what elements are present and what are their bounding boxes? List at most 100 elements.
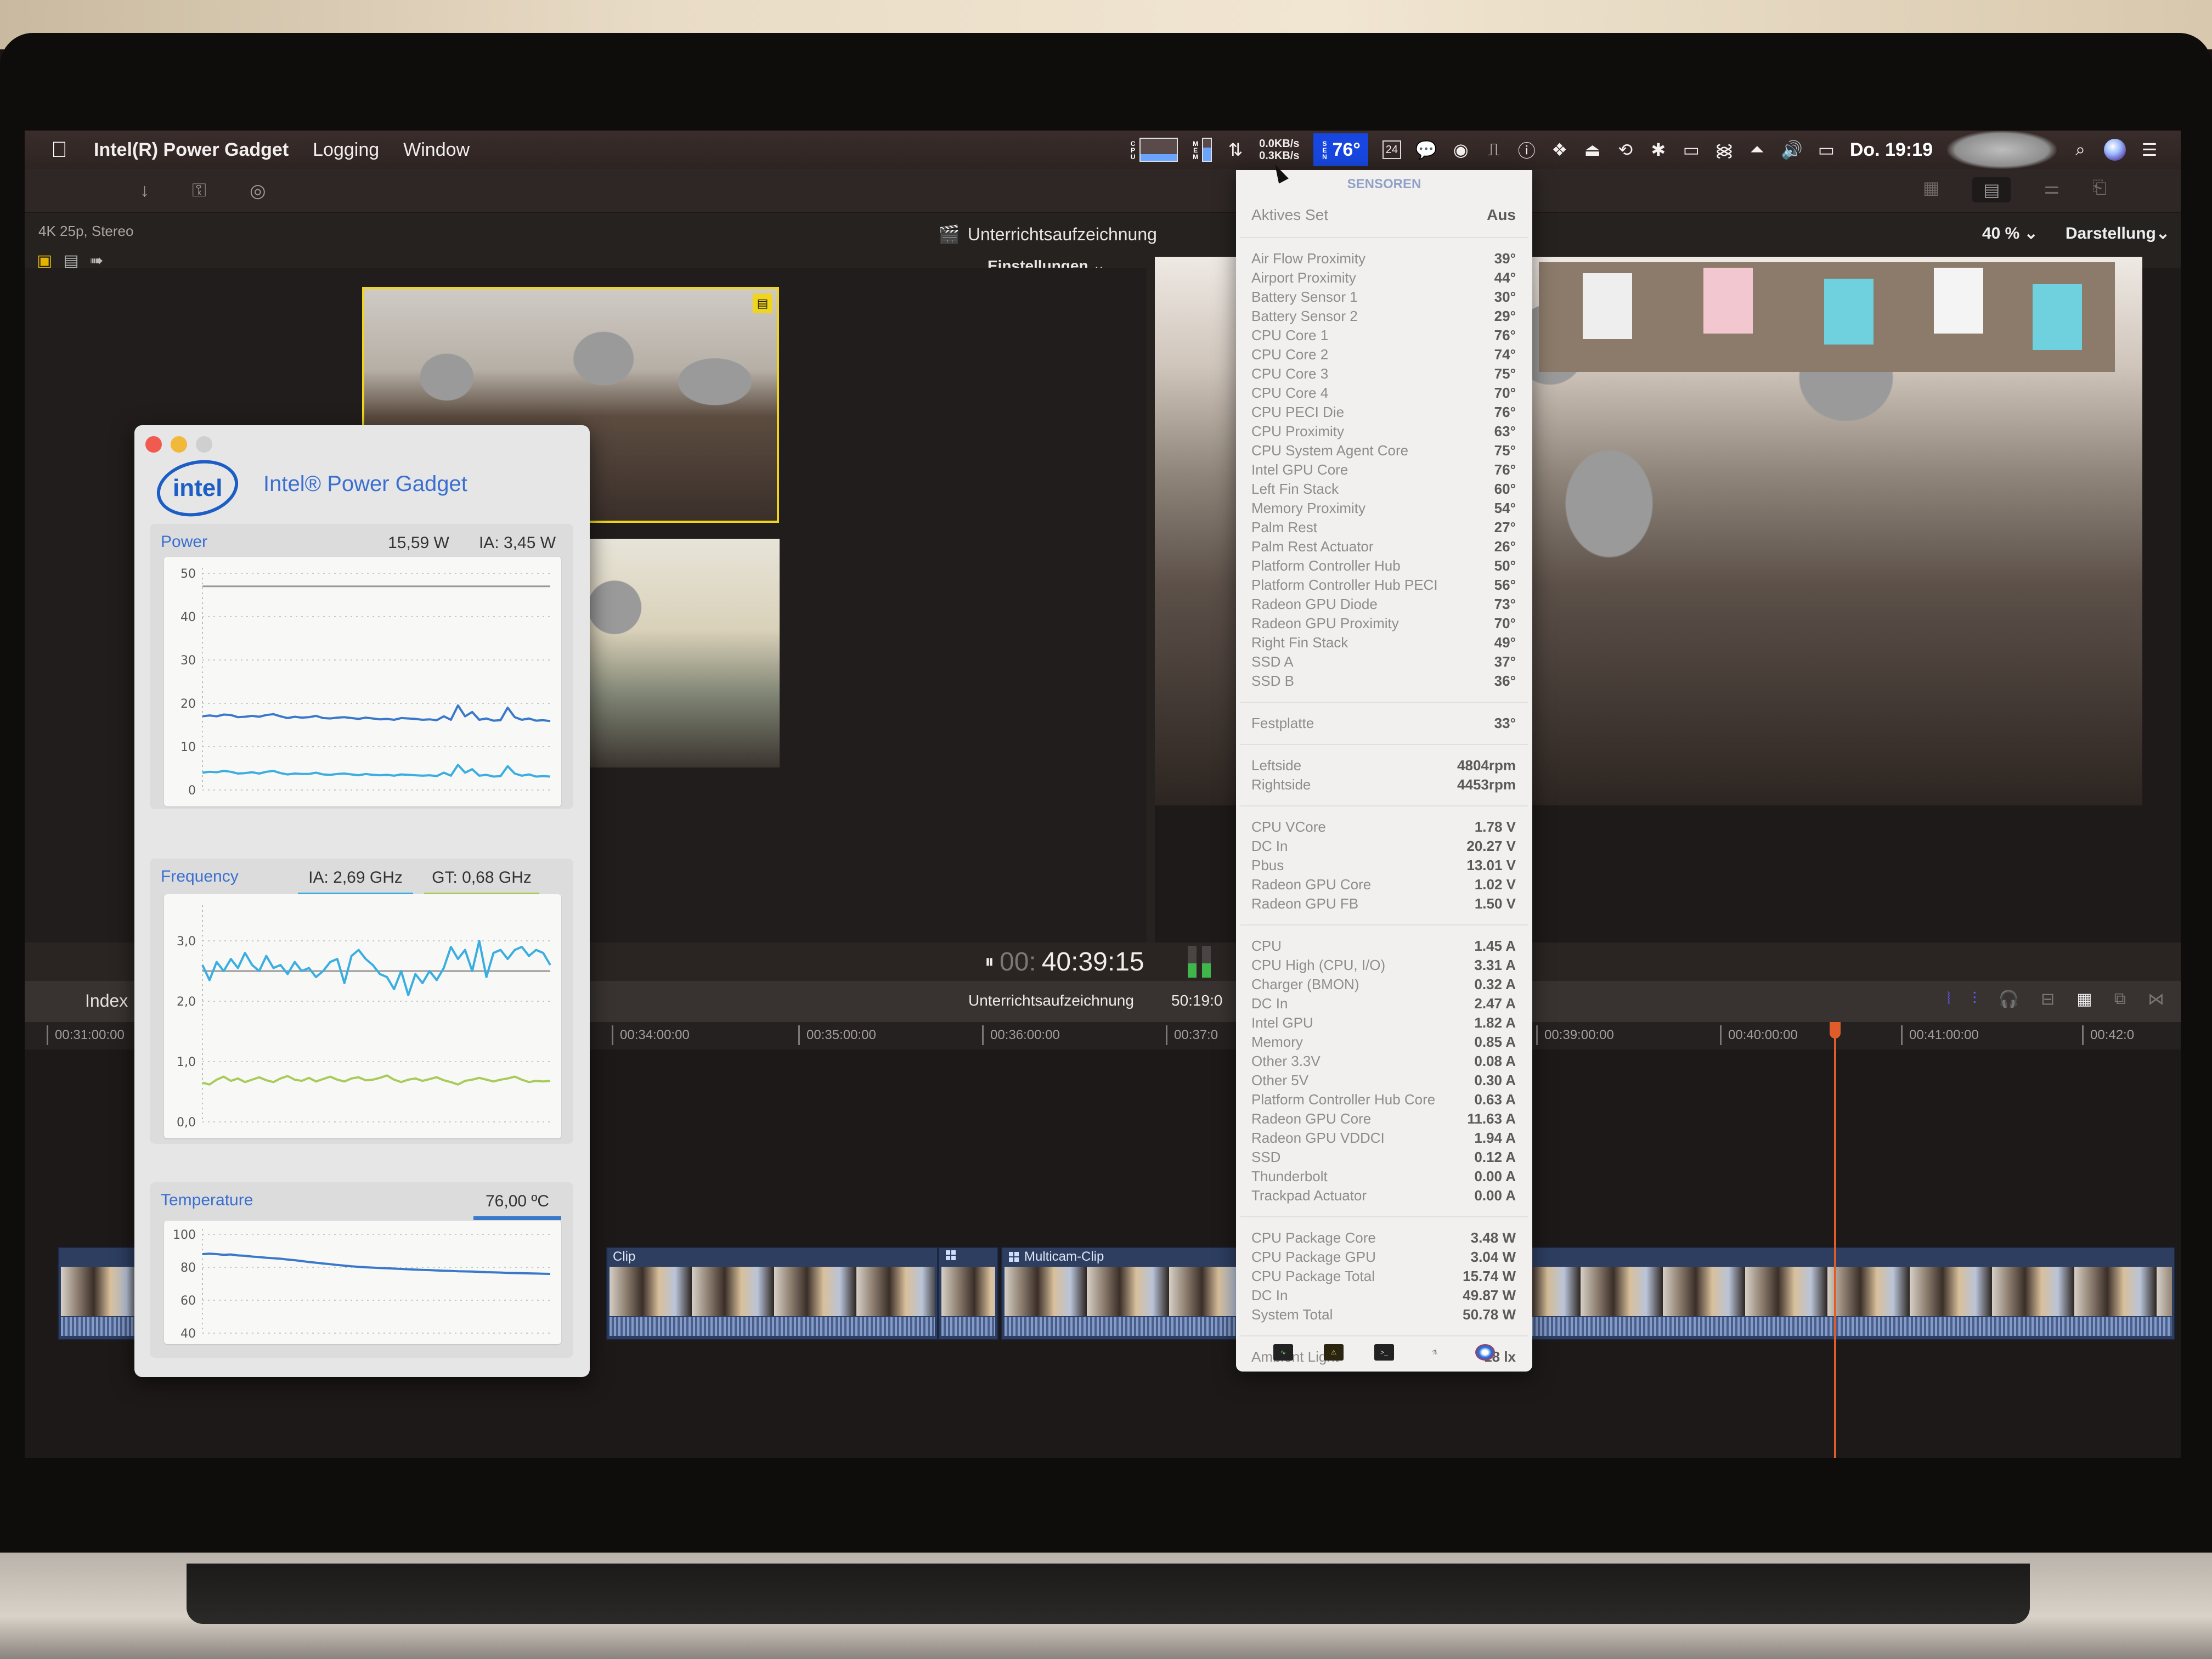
airplay-icon[interactable]: ⏶ — [1748, 139, 1767, 161]
sensor-row[interactable]: System Total 50.78 W — [1236, 1305, 1532, 1324]
playhead[interactable] — [1834, 1025, 1836, 1458]
zoom-dropdown[interactable]: 40 % ⌄ — [1982, 224, 2038, 243]
sensor-row[interactable]: Palm Rest 27° — [1236, 518, 1532, 537]
system-information-icon[interactable]: ⚗ — [1425, 1344, 1444, 1361]
sensor-row[interactable]: Battery Sensor 2 29° — [1236, 307, 1532, 326]
skimming-icon[interactable]: ⫶ — [1972, 990, 1977, 1009]
sensor-row[interactable]: Platform Controller Hub Core 0.63 A — [1236, 1090, 1532, 1109]
view-dropdown[interactable]: Darstellung⌄ — [2066, 224, 2170, 243]
sensor-row[interactable]: Leftside 4804rpm — [1236, 756, 1532, 775]
zoom-button[interactable] — [196, 436, 212, 453]
istat-icon[interactable] — [1475, 1344, 1495, 1361]
sensor-row[interactable]: Festplatte 33° — [1236, 714, 1532, 733]
messages-icon[interactable]: 💬 — [1415, 139, 1437, 161]
cpu-monitor[interactable]: CPU — [1129, 138, 1178, 162]
clock[interactable]: Do. 19:19 — [1850, 139, 1933, 161]
memory-monitor[interactable]: MEM — [1192, 138, 1212, 162]
snapping-icon[interactable]: ⊟ — [2041, 990, 2055, 1009]
menu-app-name[interactable]: Intel(R) Power Gadget — [94, 139, 289, 161]
dropbox-icon[interactable]: ❖ — [1550, 139, 1569, 161]
console-icon[interactable]: ⚠ — [1324, 1344, 1344, 1361]
sensor-row[interactable]: CPU Core 4 70° — [1236, 383, 1532, 403]
spotlight-search-icon[interactable]: ⌕ — [2071, 139, 2090, 161]
sensor-row[interactable]: CPU PECI Die 76° — [1236, 403, 1532, 422]
sensor-row[interactable]: Radeon GPU Proximity 70° — [1236, 614, 1532, 633]
sensor-row[interactable]: Radeon GPU Core 11.63 A — [1236, 1109, 1532, 1128]
sensor-row[interactable]: CPU High (CPU, I/O) 3.31 A — [1236, 956, 1532, 975]
keyboard-icon[interactable]: ▭ — [1682, 139, 1701, 161]
sensor-row[interactable]: Platform Controller Hub 50° — [1236, 556, 1532, 575]
sensor-row[interactable]: Intel GPU Core 76° — [1236, 460, 1532, 479]
menu-logging[interactable]: Logging — [313, 139, 379, 161]
grid-view-icon[interactable]: ▦ — [1923, 177, 1939, 202]
timeline-clip[interactable]: Clip — [606, 1247, 938, 1340]
sensor-row[interactable]: CPU Proximity 63° — [1236, 422, 1532, 441]
close-button[interactable] — [145, 436, 162, 453]
import-icon[interactable]: ↓ — [140, 180, 149, 201]
timeline-clip[interactable] — [938, 1247, 998, 1340]
sensor-row[interactable]: DC In 2.47 A — [1236, 994, 1532, 1013]
active-set-row[interactable]: Aktives Set Aus — [1236, 199, 1532, 232]
headphones-icon[interactable]: 🎧 — [1999, 990, 2019, 1009]
sensor-row[interactable]: CPU Package Core 3.48 W — [1236, 1228, 1532, 1248]
sensor-row[interactable]: CPU Core 2 74° — [1236, 345, 1532, 364]
sensor-row[interactable]: CPU System Agent Core 75° — [1236, 441, 1532, 460]
sensors-menu-button[interactable]: SEN 76° — [1313, 133, 1368, 166]
sensor-row[interactable]: Battery Sensor 1 30° — [1236, 287, 1532, 307]
sensor-row[interactable]: SSD A 37° — [1236, 652, 1532, 672]
filmstrip-view-icon[interactable]: ▤ — [1972, 177, 2011, 202]
notification-center-icon[interactable]: ☰ — [2140, 139, 2159, 161]
sensor-row[interactable]: CPU Core 1 76° — [1236, 326, 1532, 345]
sensor-row[interactable]: Palm Rest Actuator 26° — [1236, 537, 1532, 556]
sensor-row[interactable]: Other 5V 0.30 A — [1236, 1071, 1532, 1090]
sensor-row[interactable]: Air Flow Proximity 39° — [1236, 249, 1532, 268]
sensor-row[interactable]: CPU Core 3 75° — [1236, 364, 1532, 383]
audio-skimming-icon[interactable]: ⦚ — [1947, 990, 1950, 1009]
sensor-row[interactable]: Pbus 13.01 V — [1236, 856, 1532, 875]
sensor-row[interactable]: Intel GPU 1.82 A — [1236, 1013, 1532, 1032]
apple-menu-icon[interactable]:  — [51, 139, 73, 161]
sensor-row[interactable]: Rightside 4453rpm — [1236, 775, 1532, 794]
keywords-icon[interactable]: ⚿ — [192, 180, 206, 201]
time-machine-icon[interactable]: ⟲ — [1616, 139, 1635, 161]
sensor-row[interactable]: CPU Package GPU 3.04 W — [1236, 1248, 1532, 1267]
record-icon[interactable]: ◉ — [1452, 139, 1470, 161]
sensor-row[interactable]: Radeon GPU FB 1.50 V — [1236, 894, 1532, 913]
sensor-row[interactable]: DC In 49.87 W — [1236, 1286, 1532, 1305]
sensor-row[interactable]: Other 3.3V 0.08 A — [1236, 1052, 1532, 1071]
sensor-row[interactable]: Radeon GPU Core 1.02 V — [1236, 875, 1532, 894]
clip-appearance-icon[interactable]: ▦ — [2076, 990, 2092, 1009]
transitions-browser-icon[interactable]: ⋈ — [2148, 990, 2164, 1009]
sensor-row[interactable]: Right Fin Stack 49° — [1236, 633, 1532, 652]
activity-monitor-icon[interactable]: ∿ — [1273, 1344, 1293, 1361]
effects-browser-icon[interactable]: ⧉ — [2114, 990, 2126, 1009]
calendar-icon[interactable]: 24 — [1382, 140, 1401, 159]
sensor-row[interactable]: Platform Controller Hub PECI 56° — [1236, 575, 1532, 595]
background-tasks-icon[interactable]: ◎ — [250, 180, 266, 202]
share-icon[interactable]: ⎗ — [2092, 177, 2107, 202]
minimize-button[interactable] — [171, 436, 187, 453]
sensor-row[interactable]: CPU VCore 1.78 V — [1236, 817, 1532, 837]
sensor-row[interactable]: SSD 0.12 A — [1236, 1148, 1532, 1167]
timecode-display[interactable]: ⏸ 00: 40:39:15 — [985, 947, 1144, 977]
index-button[interactable]: Index — [85, 991, 128, 1011]
sensor-row[interactable]: Airport Proximity 44° — [1236, 268, 1532, 287]
sensor-row[interactable]: Radeon GPU VDDCI 1.94 A — [1236, 1128, 1532, 1148]
siri-icon[interactable] — [2104, 139, 2126, 161]
sensor-row[interactable]: Charger (BMON) 0.32 A — [1236, 975, 1532, 994]
battery-icon[interactable]: ▭ — [1817, 139, 1836, 161]
volume-icon[interactable]: 🔊 — [1781, 139, 1803, 161]
sensor-row[interactable]: Radeon GPU Diode 73° — [1236, 595, 1532, 614]
sensor-row[interactable]: Memory Proximity 54° — [1236, 499, 1532, 518]
sensor-row[interactable]: CPU 1.45 A — [1236, 936, 1532, 956]
script-icon[interactable]: ⎍ — [1485, 139, 1503, 161]
sensor-row[interactable]: Thunderbolt 0.00 A — [1236, 1167, 1532, 1186]
sensor-row[interactable]: DC In 20.27 V — [1236, 837, 1532, 856]
sensor-row[interactable]: Left Fin Stack 60° — [1236, 479, 1532, 499]
sensor-row[interactable]: SSD B 36° — [1236, 672, 1532, 691]
bluetooth-icon[interactable]: ✱ — [1649, 139, 1668, 161]
terminal-icon[interactable]: >_ — [1374, 1344, 1394, 1361]
inspector-icon[interactable]: ⚌ — [2044, 177, 2059, 202]
menu-window[interactable]: Window — [403, 139, 470, 161]
wifi-icon[interactable]: ᯼ — [1715, 139, 1734, 161]
